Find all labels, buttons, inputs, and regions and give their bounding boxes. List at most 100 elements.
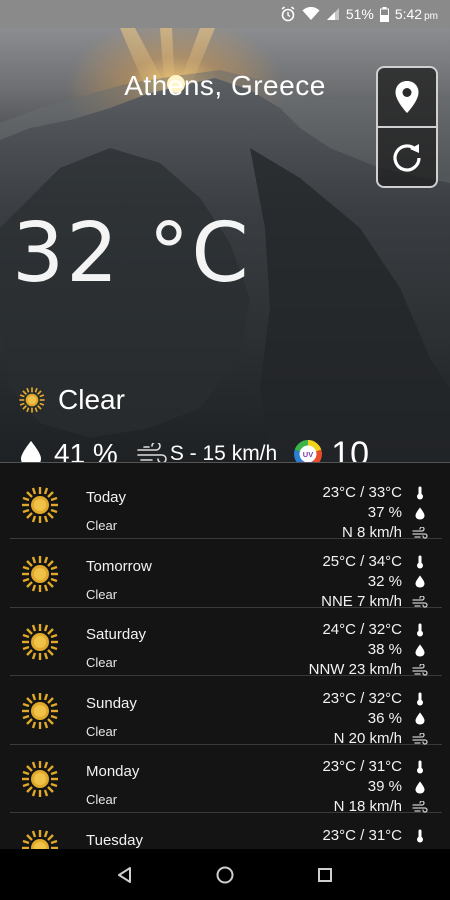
- wind-icon: [137, 443, 167, 462]
- forecast-row[interactable]: Today Clear 23°C / 33°C 37 % N 8 km/h: [10, 471, 442, 541]
- forecast-details: 24°C / 32°C 38 % NNW 23 km/h: [309, 620, 402, 680]
- forecast-day: Monday: [86, 763, 140, 780]
- forecast-details: 25°C / 34°C 32 % NNE 7 km/h: [321, 552, 402, 612]
- current-condition: Clear: [18, 384, 125, 416]
- forecast-row[interactable]: Sunday Clear 23°C / 32°C 36 % N 20 km/h: [10, 677, 442, 747]
- humidity-value: 41 %: [54, 438, 118, 462]
- uv-value: 10: [331, 434, 370, 463]
- forecast-day: Tuesday: [86, 831, 143, 849]
- forecast-details: 23°C / 31°C 38 %: [322, 826, 402, 850]
- sun-icon: [19, 387, 45, 413]
- uv-badge-text: UV: [303, 450, 313, 459]
- uv-index-icon: UV: [294, 440, 323, 462]
- forecast-day: Tomorrow: [86, 557, 152, 575]
- humidity-drop-icon: [415, 507, 425, 519]
- forecast-condition-icon: [20, 485, 60, 530]
- forecast-condition-icon: [20, 554, 60, 599]
- location-pin-icon: [395, 81, 419, 113]
- humidity-metric: 41 %: [20, 438, 118, 462]
- forecast-humidity: 37 %: [367, 504, 402, 521]
- forecast-humidity: 39 %: [367, 778, 402, 795]
- humidity-drop-icon: [415, 781, 425, 793]
- wind-icon: [412, 664, 428, 676]
- forecast-details: 23°C / 31°C 39 % N 18 km/h: [322, 757, 402, 817]
- thermometer-icon: [417, 760, 423, 774]
- thermometer-icon: [417, 692, 423, 705]
- thermometer-icon: [417, 555, 423, 568]
- humidity-drop-icon: [415, 712, 425, 725]
- humidity-drop-icon: [21, 441, 41, 462]
- sun-icon: [22, 829, 58, 849]
- forecast-temps: 25°C / 34°C: [322, 552, 402, 570]
- recents-button[interactable]: [316, 866, 334, 884]
- forecast-humidity: 38 %: [367, 641, 402, 658]
- current-metrics: 41 % S - 15 km/h UV 10: [20, 433, 369, 462]
- battery-icon: [379, 6, 389, 22]
- forecast-detail-icons: [412, 689, 428, 749]
- forecast-detail-icons: [412, 826, 428, 850]
- location-button[interactable]: [378, 68, 436, 126]
- forecast-detail-icons: [412, 620, 428, 680]
- signal-icon: [326, 7, 340, 21]
- forecast-temps: 23°C / 31°C: [322, 826, 402, 844]
- forecast-row[interactable]: Monday Clear 23°C / 31°C 39 % N 18 km/h: [10, 745, 442, 815]
- system-navigation-bar: [0, 849, 450, 900]
- wifi-icon: [302, 7, 320, 21]
- forecast-detail-icons: [412, 757, 428, 817]
- forecast-humidity: 36 %: [367, 709, 402, 727]
- humidity-drop-icon: [415, 644, 425, 656]
- clock-ampm: pm: [424, 11, 438, 22]
- refresh-button[interactable]: [378, 126, 436, 186]
- forecast-condition: Clear: [86, 723, 118, 739]
- forecast-condition: Clear: [86, 518, 118, 533]
- forecast-condition-icon: [20, 622, 60, 667]
- forecast-details: 23°C / 33°C 37 % N 8 km/h: [322, 483, 402, 543]
- forecast-temps: 23°C / 32°C: [322, 689, 402, 707]
- current-weather-hero: Athens, Greece 32 °C Clear 41 % S - 15 k…: [0, 28, 450, 462]
- current-condition-label: Clear: [58, 384, 125, 415]
- forecast-day: Saturday: [86, 626, 147, 643]
- forecast-detail-icons: [412, 483, 428, 543]
- thermometer-icon: [417, 486, 423, 500]
- refresh-icon: [393, 144, 421, 172]
- sun-icon: [22, 761, 58, 797]
- battery-percent: 51%: [345, 6, 374, 22]
- thermometer-icon: [417, 829, 423, 842]
- forecast-condition: Clear: [86, 655, 118, 670]
- sun-icon: [22, 487, 58, 523]
- forecast-humidity: 32 %: [367, 572, 402, 590]
- forecast-row[interactable]: Saturday Clear 24°C / 32°C 38 % NNW 23 k…: [10, 608, 442, 678]
- forecast-detail-icons: [412, 552, 428, 612]
- forecast-list[interactable]: Today Clear 23°C / 33°C 37 % N 8 km/h To…: [0, 463, 450, 849]
- forecast-condition: Clear: [86, 792, 118, 807]
- forecast-condition-icon: [20, 828, 60, 849]
- forecast-day: Sunday: [86, 694, 137, 712]
- sun-icon: [22, 555, 58, 592]
- forecast-details: 23°C / 32°C 36 % N 20 km/h: [322, 689, 402, 749]
- humidity-drop-icon: [415, 575, 425, 588]
- wind-metric: S - 15 km/h: [136, 442, 277, 462]
- clock-time: 5:42: [394, 6, 423, 22]
- wind-value: S - 15 km/h: [169, 442, 278, 462]
- home-button[interactable]: [215, 865, 235, 885]
- forecast-condition-icon: [20, 691, 60, 736]
- current-temperature: 32 °C: [12, 206, 251, 301]
- forecast-day: Today: [86, 489, 127, 506]
- alarm-icon: [280, 6, 296, 22]
- forecast-row[interactable]: Tomorrow Clear 25°C / 34°C 32 % NNE 7 km…: [10, 540, 442, 610]
- wind-icon: [412, 801, 428, 813]
- thermometer-icon: [417, 623, 423, 637]
- forecast-condition-icon: [20, 759, 60, 804]
- forecast-temps: 23°C / 33°C: [322, 484, 402, 501]
- sun-icon: [22, 624, 58, 660]
- back-button[interactable]: [116, 866, 134, 884]
- forecast-row[interactable]: Tuesday Clear 23°C / 31°C 38 %: [10, 814, 442, 850]
- wind-icon: [412, 595, 428, 608]
- forecast-temps: 24°C / 32°C: [322, 621, 402, 638]
- forecast-temps: 23°C / 31°C: [322, 758, 402, 775]
- sun-icon: [22, 692, 58, 729]
- action-button-group: [376, 66, 438, 188]
- wind-icon: [412, 732, 428, 745]
- status-bar: 51% 5:42 pm: [0, 0, 450, 28]
- wind-icon: [412, 527, 428, 539]
